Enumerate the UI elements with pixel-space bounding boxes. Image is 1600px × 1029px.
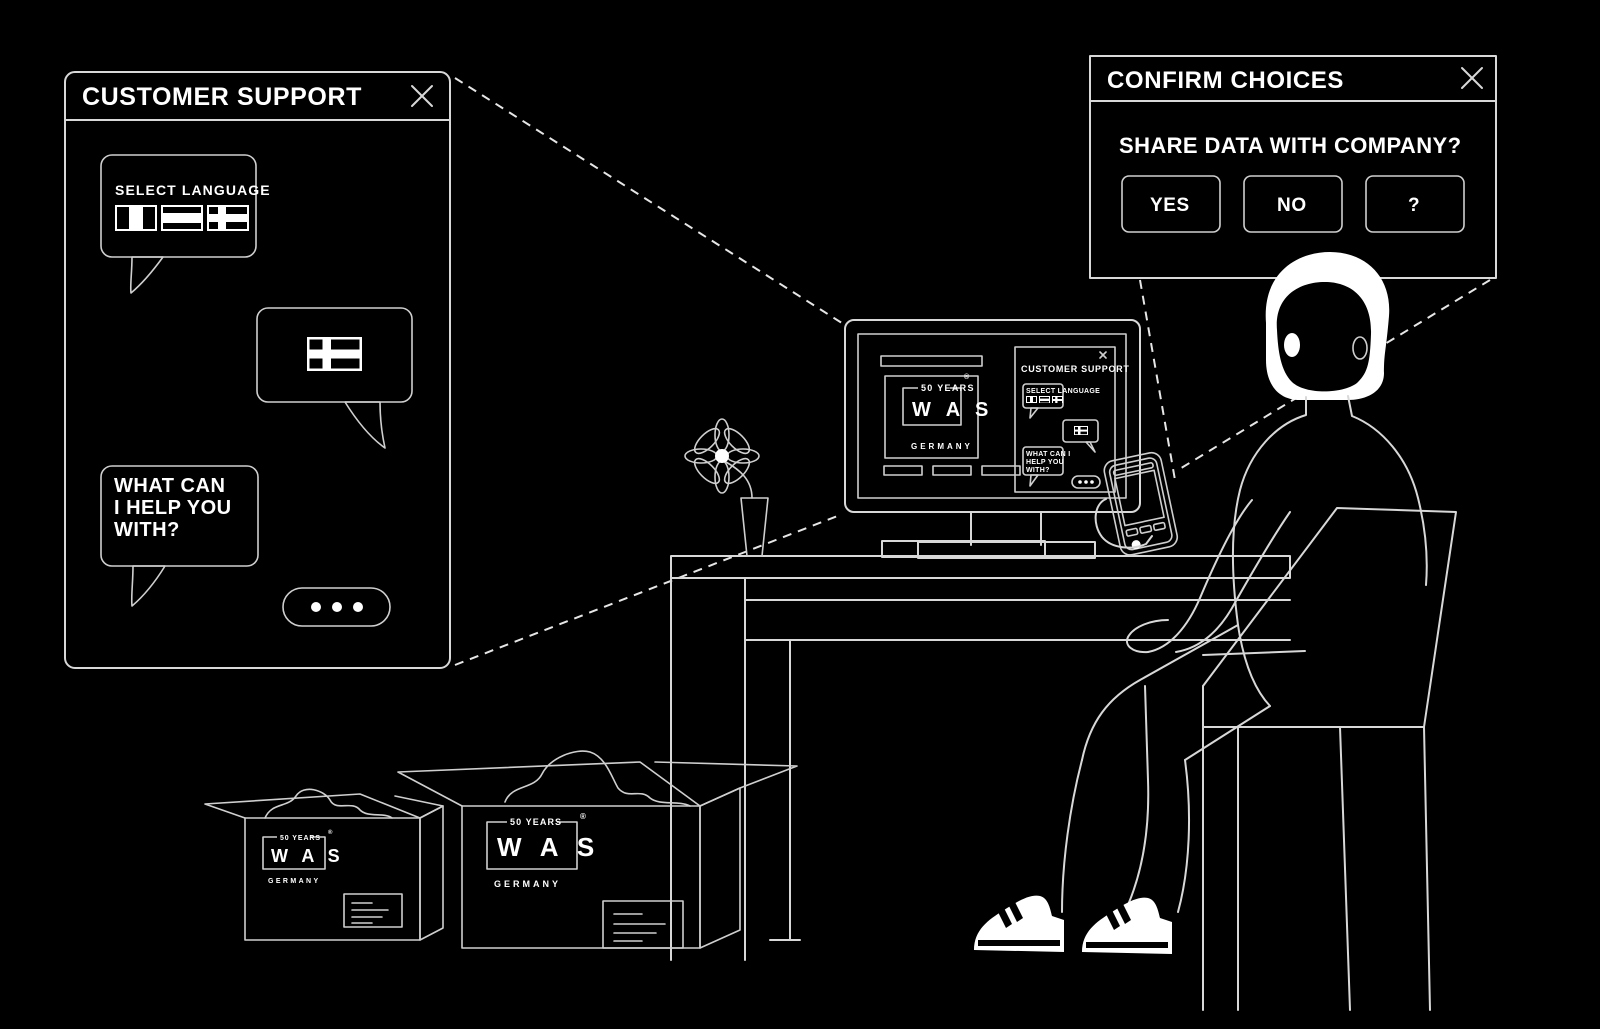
- person-eye: [1284, 333, 1300, 357]
- flag-nordic-cross: [307, 337, 362, 371]
- agent-message-line-1: WHAT CAN: [114, 475, 225, 497]
- person-head: [1265, 252, 1390, 400]
- typing-dot: [353, 602, 363, 612]
- yes-button-label: YES: [1150, 195, 1190, 216]
- mini-agent-line-1: WHAT CAN I: [1026, 451, 1070, 458]
- registered-mark: ®: [964, 373, 970, 381]
- agent-message-line-2: I HELP YOU: [114, 497, 232, 519]
- box-logo-top: 50 YEARS: [510, 817, 562, 827]
- mini-select-language-label: SELECT LANGUAGE: [1026, 388, 1100, 395]
- registered-mark: ®: [580, 812, 586, 821]
- flower-center: [715, 449, 729, 463]
- unknown-button-label: ?: [1408, 195, 1420, 216]
- dialog-title: CONFIRM CHOICES: [1107, 67, 1344, 94]
- mini-flag-nordic-cross: [1074, 426, 1088, 435]
- box-logo-main: W A S: [271, 846, 344, 866]
- support-panel-title: CUSTOMER SUPPORT: [82, 83, 362, 111]
- box-logo-bottom: GERMANY: [268, 878, 321, 885]
- registered-mark: ®: [328, 829, 333, 836]
- typing-dot: [311, 602, 321, 612]
- box-logo-top: 50 YEARS: [280, 835, 321, 842]
- select-language-label: SELECT LANGUAGE: [115, 182, 271, 198]
- logo-bottom-text: GERMANY: [911, 442, 973, 451]
- mini-flag-horizontal-tricolor: [1039, 396, 1050, 403]
- mini-agent-line-2: HELP YOU: [1026, 459, 1064, 466]
- box-logo-main: W A S: [497, 832, 600, 862]
- flag-horizontal-tricolor[interactable]: [161, 205, 203, 231]
- dialog-question: SHARE DATA WITH COMPANY?: [1119, 133, 1461, 158]
- mini-flag-vertical-tricolor: [1026, 396, 1037, 403]
- illustration-canvas: CUSTOMER SUPPORT SELECT LANGUAGE WHAT CA…: [0, 0, 1600, 1029]
- flag-vertical-tricolor[interactable]: [115, 205, 157, 231]
- box-logo-bottom: GERMANY: [494, 879, 561, 889]
- logo-main-text: W A S: [912, 399, 993, 421]
- flag-nordic-cross[interactable]: [207, 205, 249, 231]
- agent-message-line-3: WITH?: [114, 519, 180, 541]
- mini-flag-nordic-cross: [1052, 396, 1063, 403]
- no-button-label: NO: [1277, 195, 1307, 216]
- typing-dot: [332, 602, 342, 612]
- mini-agent-line-3: WITH?: [1026, 467, 1050, 474]
- logo-top-text: 50 YEARS: [921, 383, 975, 393]
- mini-panel-title: CUSTOMER SUPPORT: [1021, 364, 1130, 374]
